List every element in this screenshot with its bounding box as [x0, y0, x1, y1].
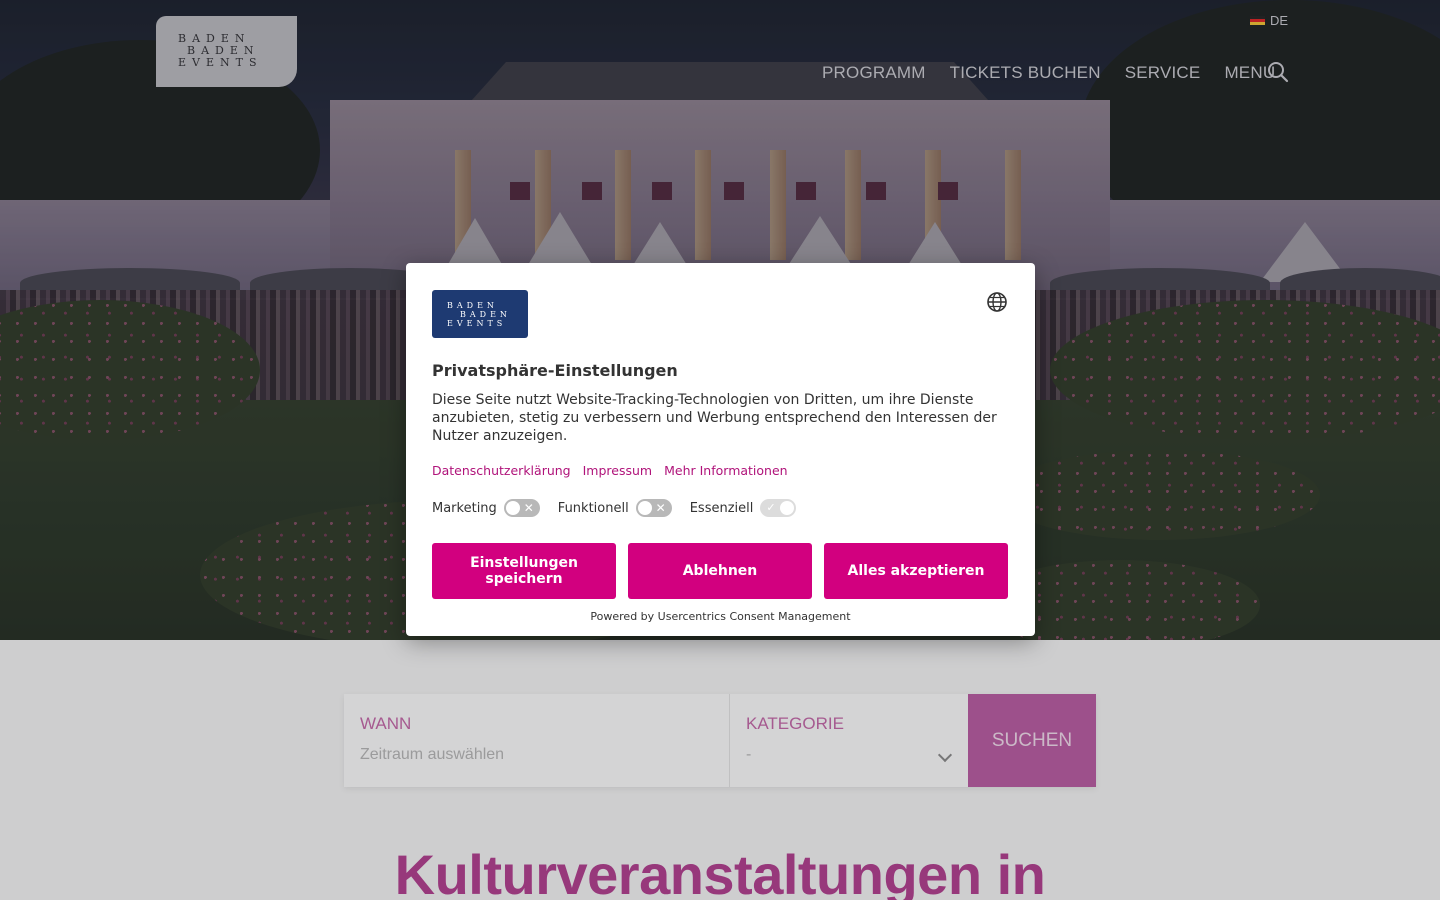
language-label: DE — [1270, 12, 1289, 28]
functional-toggle[interactable]: ✕ — [635, 499, 672, 517]
functional-toggle-group: Funktionell ✕ — [558, 499, 672, 517]
check-icon: ✓ — [766, 501, 776, 514]
search-submit-button[interactable]: SUCHEN — [968, 694, 1096, 787]
marketing-toggle[interactable]: ✕ — [503, 499, 540, 517]
imprint-link[interactable]: Impressum — [583, 463, 652, 478]
save-settings-button[interactable]: Einstellungen speichern — [432, 543, 616, 599]
decline-button[interactable]: Ablehnen — [628, 543, 812, 599]
search-icon[interactable] — [1266, 60, 1290, 84]
powered-by: Powered by Usercentrics Consent Manageme… — [590, 610, 851, 623]
logo-line: EVENTS — [178, 56, 263, 69]
marketing-toggle-group: Marketing ✕ — [432, 499, 540, 517]
globe-icon[interactable] — [986, 291, 1008, 313]
consent-logo-line: BADEN — [460, 310, 511, 319]
close-icon: ✕ — [655, 501, 666, 515]
site-logo[interactable]: BADEN BADEN EVENTS — [156, 16, 297, 87]
german-flag-icon — [1250, 15, 1265, 25]
consent-toggles: Marketing ✕ Funktionell ✕ Essenziell ✓ — [432, 499, 806, 517]
consent-body: Diese Seite nutzt Website-Tracking-Techn… — [432, 392, 997, 444]
main-nav: PROGRAMM TICKETS BUCHEN SERVICE MENU — [822, 60, 1275, 86]
date-range-label: WANN — [360, 714, 412, 733]
more-info-link[interactable]: Mehr Informationen — [664, 463, 787, 478]
event-search-panel: WANN Zeitraum auswählen KATEGORIE - SUCH… — [344, 694, 1096, 787]
consent-links: Datenschutzerklärung Impressum Mehr Info… — [432, 463, 788, 478]
marketing-label: Marketing — [432, 500, 497, 516]
category-label: KATEGORIE — [746, 714, 844, 733]
consent-dialog: BADEN BADEN EVENTS Privatsphäre-Einstell… — [406, 263, 1035, 636]
accept-all-button[interactable]: Alles akzeptieren — [824, 543, 1008, 599]
essential-label: Essenziell — [689, 500, 754, 516]
nav-tickets-buchen[interactable]: TICKETS BUCHEN — [950, 63, 1101, 83]
nav-programm[interactable]: PROGRAMM — [822, 63, 926, 83]
toggle-knob — [637, 501, 652, 515]
date-range-placeholder: Zeitraum auswählen — [360, 746, 505, 763]
close-icon: ✕ — [523, 501, 534, 515]
consent-logo-line: EVENTS — [447, 319, 507, 328]
consent-logo-line: BADEN — [447, 301, 498, 310]
page-heading: Kulturveranstaltungen in — [394, 843, 1046, 900]
functional-label: Funktionell — [557, 500, 629, 516]
consent-buttons: Einstellungen speichern Ablehnen Alles a… — [432, 543, 1008, 599]
date-range-field[interactable]: WANN Zeitraum auswählen — [344, 694, 730, 787]
consent-logo: BADEN BADEN EVENTS — [432, 290, 528, 338]
consent-title: Privatsphäre-Einstellungen — [432, 361, 678, 380]
essential-toggle-group: Essenziell ✓ — [690, 499, 797, 517]
toggle-knob — [780, 501, 795, 515]
essential-toggle: ✓ — [760, 499, 797, 517]
nav-service[interactable]: SERVICE — [1125, 63, 1201, 83]
privacy-policy-link[interactable]: Datenschutzerklärung — [432, 463, 571, 478]
category-select[interactable]: KATEGORIE - — [730, 694, 968, 787]
toggle-knob — [505, 501, 520, 515]
language-switcher[interactable]: DE — [1250, 12, 1288, 28]
category-value: - — [746, 746, 752, 763]
